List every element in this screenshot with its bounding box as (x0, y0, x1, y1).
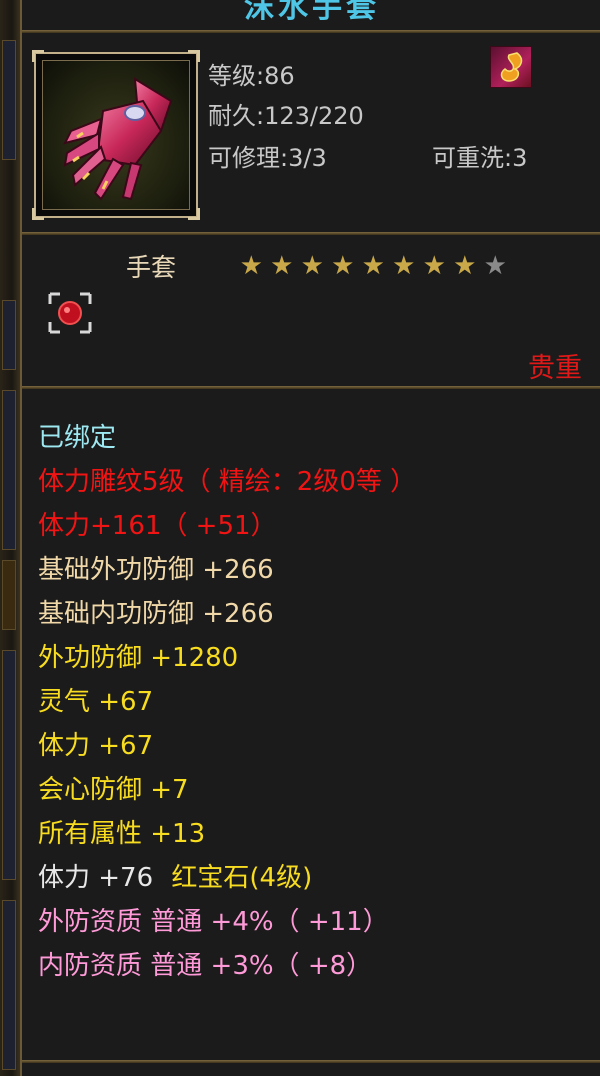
red-gem-icon (48, 292, 92, 334)
quality-line-inner-defense: 内防资质 普通 +3%（ +8） (38, 951, 373, 981)
attribute-line: 体力雕纹5级（ 精绘：2级0等 ） (38, 467, 417, 497)
attribute-line: 会心防御 +7 (38, 775, 189, 805)
star-icon: ★ (361, 251, 385, 281)
attribute-line: 已绑定 (38, 423, 117, 453)
attribute-line: 灵气 +67 (38, 687, 154, 717)
item-tooltip: 沫水手套 等级:86 耐久:123/220 可修理:3/3 可重洗:3 手套 ★… (20, 0, 600, 1076)
divider (22, 1060, 600, 1063)
star-icon: ★ (483, 251, 507, 281)
divider (22, 386, 600, 389)
flame-emblem-icon (490, 46, 532, 88)
item-durability: 耐久:123/220 (208, 102, 364, 130)
divider (22, 30, 600, 33)
star-icon: ★ (453, 251, 477, 281)
background-panel-segment (2, 560, 16, 630)
background-window-edge (0, 0, 20, 1076)
attribute-line: 基础内功防御 +266 (38, 599, 274, 629)
gem-attribute-line: 体力 +76 红宝石(4级) (38, 862, 312, 894)
background-panel-segment (2, 300, 16, 370)
rarity-label: 贵重 (528, 353, 582, 384)
gauntlet-icon (42, 60, 190, 210)
item-type: 手套 (126, 253, 177, 282)
attribute-line: 所有属性 +13 (38, 819, 206, 849)
star-icon: ★ (270, 251, 294, 281)
background-panel-segment (2, 650, 16, 880)
item-repairable: 可修理:3/3 (208, 144, 327, 172)
divider (22, 232, 600, 235)
star-icon: ★ (300, 251, 324, 281)
star-icon: ★ (422, 251, 446, 281)
item-level: 等级:86 (208, 62, 295, 90)
gem-name: 红宝石(4级) (171, 863, 313, 893)
title-bar: 沫水手套 (22, 0, 600, 30)
attribute-line: 体力 +67 (38, 731, 154, 761)
item-rewash-count: 可重洗:3 (432, 144, 528, 172)
star-rating: ★ ★ ★ ★ ★ ★ ★ ★ ★ (236, 252, 511, 280)
attribute-line: 基础外功防御 +266 (38, 555, 274, 585)
star-icon: ★ (392, 251, 416, 281)
gem-stat: 体力 +76 (38, 863, 154, 893)
background-panel-segment (2, 390, 16, 550)
item-name: 沫水手套 (244, 0, 380, 25)
quality-line-outer-defense: 外防资质 普通 +4%（ +11） (38, 907, 389, 937)
star-icon: ★ (331, 251, 355, 281)
attribute-line: 体力+161（ +51） (38, 511, 277, 541)
attribute-line: 外功防御 +1280 (38, 643, 239, 673)
background-panel-segment (2, 40, 16, 160)
star-icon: ★ (239, 251, 263, 281)
item-icon-frame (32, 50, 200, 220)
background-panel-segment (2, 900, 16, 1070)
